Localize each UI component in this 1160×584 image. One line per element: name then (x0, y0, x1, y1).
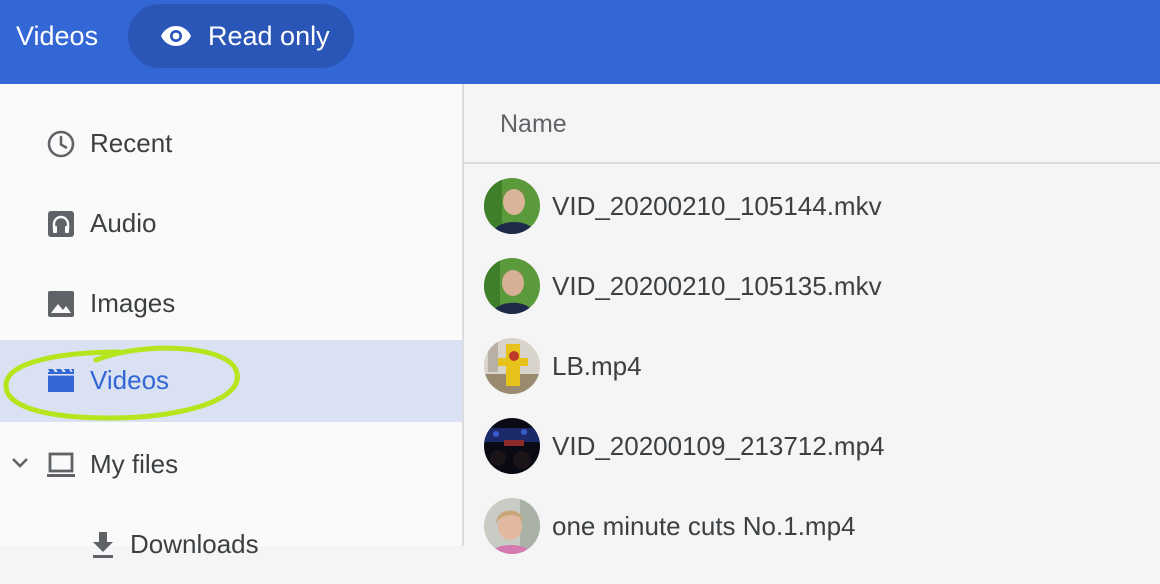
image-icon (48, 291, 74, 317)
page-title: Videos (16, 21, 99, 51)
headphones-icon (48, 211, 74, 237)
column-header-label: Name (500, 110, 567, 138)
video-thumbnail (484, 418, 540, 474)
sidebar-item-label: Audio (90, 208, 157, 238)
file-name: VID_20200210_105144.mkv (552, 191, 882, 221)
clapperboard-icon (48, 369, 74, 392)
table-row[interactable]: VID_20200210_105144.mkv (464, 164, 1160, 244)
sidebar-item-recent[interactable]: Recent (0, 103, 462, 183)
table-row[interactable]: VID_20200109_213712.mp4 (464, 404, 1160, 484)
sidebar-item-audio[interactable]: Audio (0, 183, 462, 263)
sidebar-item-videos[interactable]: Videos (0, 340, 462, 422)
table-row[interactable]: one minute cuts No.1.mp4 (464, 484, 1160, 564)
sidebar-item-images[interactable]: Images (0, 263, 462, 343)
file-name: one minute cuts No.1.mp4 (552, 511, 856, 541)
eye-icon (161, 26, 191, 46)
sidebar-item-label: My files (90, 449, 179, 479)
video-thumbnail (484, 338, 540, 394)
download-icon (93, 532, 113, 558)
file-name: VID_20200109_213712.mp4 (552, 431, 885, 461)
video-thumbnail (484, 258, 540, 314)
file-name: LB.mp4 (552, 351, 642, 381)
sidebar: Recent Audio Images Videos My files Down… (0, 84, 464, 559)
sidebar-item-downloads[interactable]: Downloads (0, 504, 462, 584)
table-row[interactable]: LB.mp4 (464, 324, 1160, 404)
top-bar: Videos Read only (0, 0, 1160, 84)
clock-icon (47, 130, 75, 158)
read-only-label: Read only (208, 21, 330, 51)
chevron-down-icon[interactable] (10, 456, 30, 470)
sidebar-item-label: Recent (90, 128, 173, 158)
sidebar-item-label: Downloads (130, 529, 259, 559)
sidebar-item-label: Videos (90, 365, 170, 395)
sidebar-item-label: Images (90, 288, 176, 318)
sidebar-item-my-files[interactable]: My files (0, 424, 462, 504)
file-name: VID_20200210_105135.mkv (552, 271, 882, 301)
video-thumbnail (484, 178, 540, 234)
read-only-badge[interactable]: Read only (128, 4, 354, 68)
column-header-name[interactable]: Name (464, 84, 1160, 164)
file-list: Name VID_20200210_105144.mkv VID_2020021 (464, 84, 1160, 554)
table-row[interactable]: VID_20200210_105135.mkv (464, 244, 1160, 324)
laptop-icon (47, 452, 75, 477)
